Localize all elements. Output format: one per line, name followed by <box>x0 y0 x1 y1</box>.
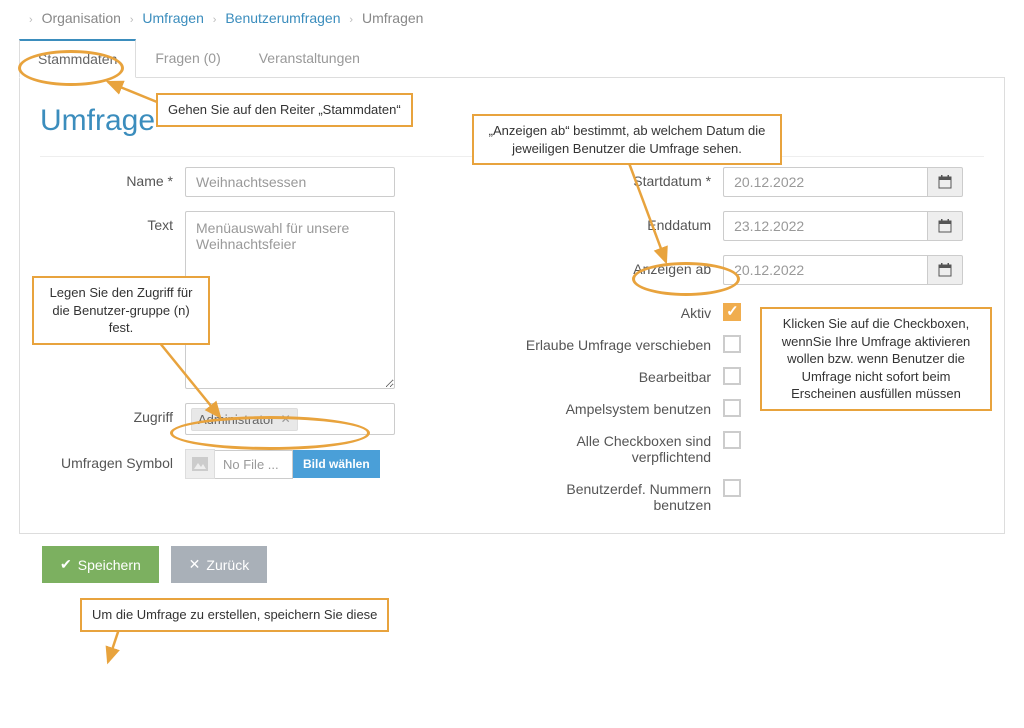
calendar-icon[interactable] <box>927 255 963 285</box>
calendar-icon[interactable] <box>927 167 963 197</box>
image-placeholder-icon <box>185 449 215 479</box>
label-name: Name * <box>40 167 185 189</box>
callout-aktiv: Klicken Sie auf die Checkboxen, wennSie … <box>760 307 992 411</box>
chevron-right-icon: › <box>213 14 217 26</box>
calendar-icon[interactable] <box>927 211 963 241</box>
bearbeitbar-checkbox[interactable] <box>723 367 741 385</box>
file-name-label: No File ... <box>215 450 293 479</box>
label-startdatum: Startdatum * <box>513 167 723 189</box>
label-verschieben: Erlaube Umfrage verschieben <box>513 331 723 353</box>
nummern-checkbox[interactable] <box>723 479 741 497</box>
breadcrumb: › Organisation › Umfragen › Benutzerumfr… <box>0 0 1024 38</box>
choose-file-button[interactable]: Bild wählen <box>293 450 380 478</box>
callout-zugriff: Legen Sie den Zugriff für die Benutzer-g… <box>32 276 210 345</box>
enddatum-input[interactable] <box>723 211 927 241</box>
label-ampel: Ampelsystem benutzen <box>513 395 723 417</box>
checkboxen-checkbox[interactable] <box>723 431 741 449</box>
startdatum-input[interactable] <box>723 167 927 197</box>
label-aktiv: Aktiv <box>513 299 723 321</box>
breadcrumb-current: Umfragen <box>362 10 423 26</box>
label-zugriff: Zugriff <box>40 403 185 425</box>
label-enddatum: Enddatum <box>513 211 723 233</box>
back-label: Zurück <box>206 557 249 573</box>
name-input[interactable] <box>185 167 395 197</box>
breadcrumb-link[interactable]: Umfragen <box>142 10 203 26</box>
action-bar: ✔ Speichern ✕ Zurück <box>0 534 1024 583</box>
label-checkboxen: Alle Checkboxen sind verpflichtend <box>513 427 723 465</box>
callout-anzeigen: „Anzeigen ab“ bestimmt, ab welchem Datum… <box>472 114 782 165</box>
tab-veranstaltungen[interactable]: Veranstaltungen <box>240 39 379 78</box>
label-bearbeitbar: Bearbeitbar <box>513 363 723 385</box>
chevron-right-icon: › <box>130 14 134 26</box>
label-nummern: Benutzerdef. Nummern benutzen <box>513 475 723 513</box>
callout-save: Um die Umfrage zu erstellen, speichern S… <box>80 598 389 632</box>
label-text: Text <box>40 211 185 233</box>
anzeigen-ab-input[interactable] <box>723 255 927 285</box>
annotation-ellipse <box>632 262 740 296</box>
aktiv-checkbox[interactable] <box>723 303 741 321</box>
label-symbol: Umfragen Symbol <box>40 449 185 471</box>
save-button[interactable]: ✔ Speichern <box>42 546 159 583</box>
breadcrumb-item: Organisation <box>42 10 121 26</box>
tab-bar: Stammdaten Fragen (0) Veranstaltungen <box>19 38 1005 78</box>
breadcrumb-link[interactable]: Benutzerumfragen <box>225 10 340 26</box>
verschieben-checkbox[interactable] <box>723 335 741 353</box>
check-icon: ✔ <box>60 556 72 573</box>
save-label: Speichern <box>78 557 141 573</box>
annotation-ellipse <box>170 416 370 450</box>
chevron-right-icon: › <box>349 14 353 26</box>
chevron-right-icon: › <box>29 14 33 26</box>
tab-fragen[interactable]: Fragen (0) <box>136 39 239 78</box>
callout-stammdaten: Gehen Sie auf den Reiter „Stammdaten“ <box>156 93 413 127</box>
text-input[interactable] <box>185 211 395 389</box>
ampel-checkbox[interactable] <box>723 399 741 417</box>
annotation-ellipse <box>18 50 124 86</box>
close-icon: ✕ <box>189 556 201 573</box>
back-button[interactable]: ✕ Zurück <box>171 546 268 583</box>
